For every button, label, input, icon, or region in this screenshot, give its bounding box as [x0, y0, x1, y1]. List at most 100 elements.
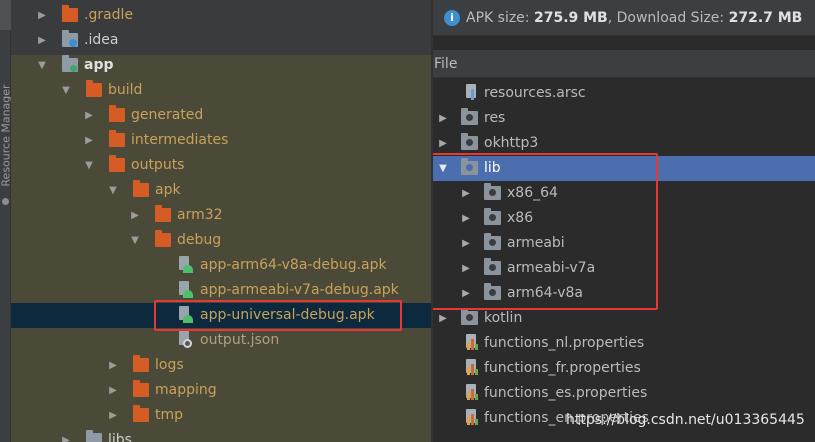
- expand-arrow-icon[interactable]: ▶: [82, 103, 96, 128]
- folder-icon: [109, 105, 125, 122]
- apk-entry-properties[interactable]: functions_nl.properties: [433, 331, 815, 356]
- collapse-arrow-icon[interactable]: ▼: [436, 156, 450, 181]
- tree-item-libs[interactable]: ▶ libs: [11, 428, 431, 442]
- tree-item-build[interactable]: ▼ build: [11, 78, 431, 103]
- tree-item-debug[interactable]: ▼ debug: [11, 228, 431, 253]
- apk-entry-label: x86: [507, 210, 534, 226]
- tree-item-arm32[interactable]: ▶ arm32: [11, 203, 431, 228]
- tree-item-label: tmp: [155, 407, 184, 423]
- idea-folder-icon: [62, 30, 78, 47]
- file-column-header[interactable]: File: [433, 50, 815, 78]
- tree-item-gradle[interactable]: ▶ .gradle: [11, 3, 431, 28]
- apk-file-icon: [177, 281, 193, 298]
- apk-entry-arm64-v8a[interactable]: ▶ arm64-v8a: [433, 281, 815, 306]
- resource-manager-icon: [2, 198, 9, 205]
- expand-arrow-icon[interactable]: ▶: [106, 378, 120, 403]
- resource-manager-tab[interactable]: Resource Manager: [0, 78, 13, 194]
- folder-icon: [62, 5, 78, 22]
- apk-entry-properties[interactable]: functions_es.properties: [433, 381, 815, 406]
- expand-arrow-icon[interactable]: ▶: [59, 428, 73, 442]
- summary-separator: ,: [607, 10, 613, 26]
- expand-arrow-icon[interactable]: ▶: [128, 203, 142, 228]
- tree-item-mapping[interactable]: ▶ mapping: [11, 378, 431, 403]
- resource-file-icon: [463, 84, 480, 100]
- tree-item-tmp[interactable]: ▶ tmp: [11, 403, 431, 428]
- apk-size-value: 275.9 MB: [533, 10, 608, 26]
- apk-entry-armeabi-v7a[interactable]: ▶ armeabi-v7a: [433, 256, 815, 281]
- collapse-arrow-icon[interactable]: ▼: [128, 228, 142, 253]
- tree-item-apk[interactable]: ▼ apk: [11, 178, 431, 203]
- apk-entry-armeabi[interactable]: ▶ armeabi: [433, 231, 815, 256]
- apk-size-label: APK size:: [466, 10, 530, 26]
- apk-entry-resources-arsc[interactable]: resources.arsc: [433, 81, 815, 106]
- tree-item-label: generated: [131, 107, 204, 123]
- tree-item-apk-file-selected[interactable]: app-universal-debug.apk: [11, 303, 431, 328]
- tree-item-intermediates[interactable]: ▶ intermediates: [11, 128, 431, 153]
- tree-item-logs[interactable]: ▶ logs: [11, 353, 431, 378]
- apk-file-icon: [177, 306, 193, 323]
- folder-icon: [109, 130, 125, 147]
- apk-entry-label: arm64-v8a: [507, 285, 583, 301]
- tree-item-idea[interactable]: ▶ .idea: [11, 28, 431, 53]
- apk-entry-label: resources.arsc: [484, 85, 586, 101]
- apk-entry-label: armeabi: [507, 235, 565, 251]
- folder-icon: [86, 80, 102, 97]
- tree-item-label: app: [84, 57, 114, 73]
- expand-arrow-icon[interactable]: ▶: [459, 256, 473, 281]
- tool-window-strip: Resource Manager: [0, 0, 13, 442]
- expand-arrow-icon[interactable]: ▶: [436, 131, 450, 156]
- apk-entry-x86[interactable]: ▶ x86: [433, 206, 815, 231]
- tree-item-app[interactable]: ▼ app: [11, 53, 431, 78]
- properties-file-icon: [463, 384, 480, 400]
- apk-entry-lib-selected[interactable]: ▼ lib: [433, 156, 815, 181]
- expand-arrow-icon[interactable]: ▶: [35, 3, 49, 28]
- tree-item-label: apk: [155, 182, 181, 198]
- expand-arrow-icon[interactable]: ▶: [436, 306, 450, 331]
- properties-file-icon: [463, 409, 480, 425]
- download-size-label: Download Size:: [616, 10, 725, 26]
- apk-entry-kotlin[interactable]: ▶ kotlin: [433, 306, 815, 331]
- folder-icon: [86, 430, 102, 442]
- collapse-arrow-icon[interactable]: ▼: [35, 53, 49, 78]
- expand-arrow-icon[interactable]: ▶: [106, 403, 120, 428]
- folder-icon: [461, 158, 478, 175]
- folder-icon: [484, 233, 501, 250]
- expand-arrow-icon[interactable]: ▶: [459, 206, 473, 231]
- collapse-arrow-icon[interactable]: ▼: [82, 153, 96, 178]
- project-tree: ▶ .gradle ▶ .idea ▼ app ▼ build ▶ genera…: [11, 0, 431, 442]
- apk-entry-res[interactable]: ▶ res: [433, 106, 815, 131]
- tree-item-label: libs: [108, 432, 132, 442]
- expand-arrow-icon[interactable]: ▶: [436, 106, 450, 131]
- tree-item-label: app-arm64-v8a-debug.apk: [200, 257, 387, 273]
- tree-item-apk-file[interactable]: app-arm64-v8a-debug.apk: [11, 253, 431, 278]
- folder-icon: [461, 133, 478, 150]
- expand-arrow-icon[interactable]: ▶: [459, 231, 473, 256]
- tree-item-generated[interactable]: ▶ generated: [11, 103, 431, 128]
- collapse-arrow-icon[interactable]: ▼: [106, 178, 120, 203]
- tree-item-outputs[interactable]: ▼ outputs: [11, 153, 431, 178]
- apk-entry-x86-64[interactable]: ▶ x86_64: [433, 181, 815, 206]
- apk-entry-label: res: [484, 110, 506, 126]
- tree-item-label: .gradle: [84, 7, 134, 23]
- tree-item-label: intermediates: [131, 132, 229, 148]
- folder-icon: [461, 108, 478, 125]
- folder-icon: [484, 208, 501, 225]
- tree-item-output-json[interactable]: output.json: [11, 328, 431, 353]
- info-icon: i: [444, 10, 460, 26]
- tree-item-apk-file[interactable]: app-armeabi-v7a-debug.apk: [11, 278, 431, 303]
- expand-arrow-icon[interactable]: ▶: [106, 353, 120, 378]
- apk-entry-label: functions_fr.properties: [484, 360, 641, 376]
- expand-arrow-icon[interactable]: ▶: [35, 28, 49, 53]
- expand-arrow-icon[interactable]: ▶: [82, 128, 96, 153]
- collapse-arrow-icon[interactable]: ▼: [59, 78, 73, 103]
- column-header-label: File: [434, 56, 458, 72]
- apk-file-icon: [177, 256, 193, 273]
- apk-entry-properties[interactable]: functions_fr.properties: [433, 356, 815, 381]
- tree-item-label: app-armeabi-v7a-debug.apk: [200, 282, 399, 298]
- tree-item-label: logs: [155, 357, 184, 373]
- project-tool-button[interactable]: [0, 0, 11, 30]
- apk-entry-okhttp3[interactable]: ▶ okhttp3: [433, 131, 815, 156]
- folder-icon: [484, 183, 501, 200]
- expand-arrow-icon[interactable]: ▶: [459, 181, 473, 206]
- expand-arrow-icon[interactable]: ▶: [459, 281, 473, 306]
